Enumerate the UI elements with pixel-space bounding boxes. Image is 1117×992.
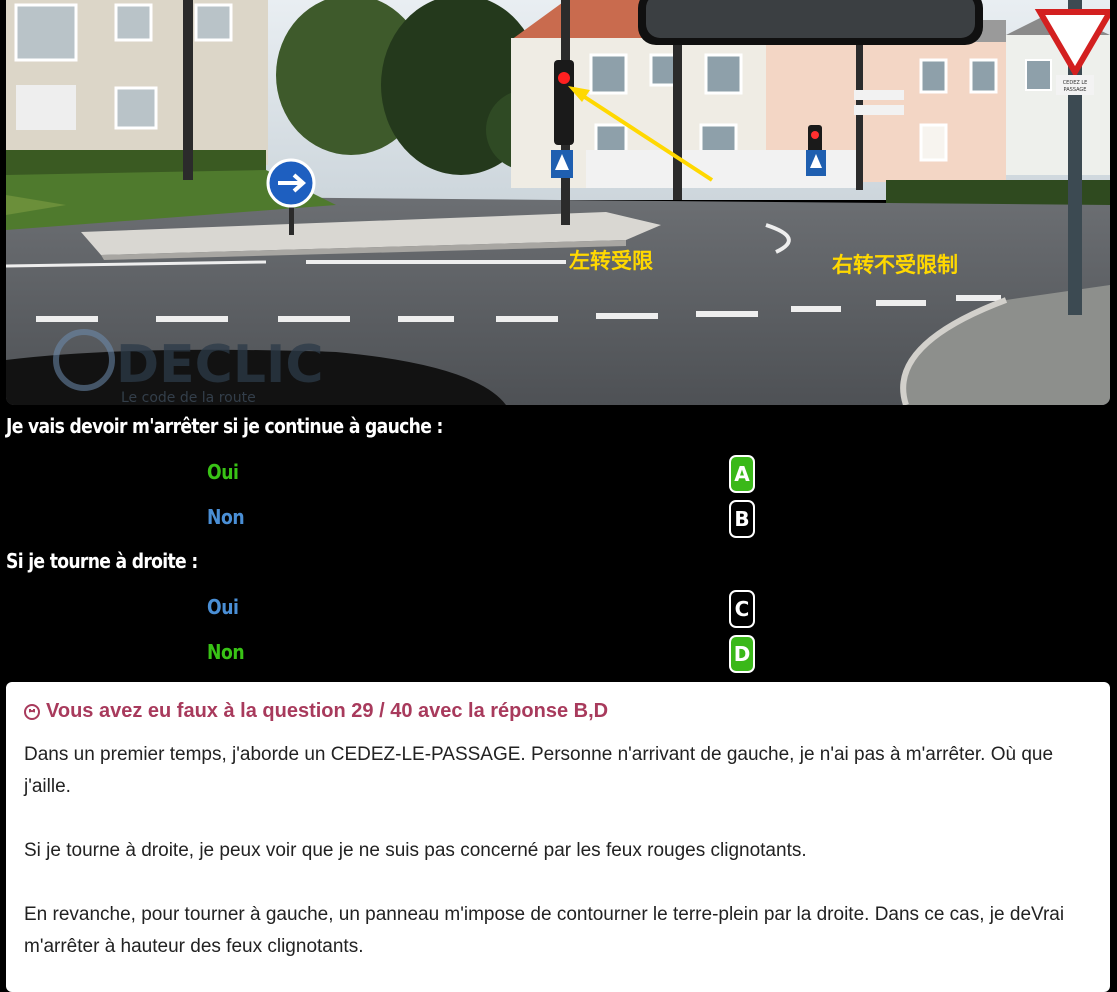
question-1-option-b-label: Non: [207, 505, 245, 529]
result-title-row: Vous avez eu faux à la question 29 / 40 …: [24, 700, 1092, 723]
answer-d-button[interactable]: D: [729, 635, 755, 673]
question-photo: CEDEZ LE PASSAGE 左转受限 右转不受限制 DECLIC Le c…: [6, 0, 1110, 405]
result-title: Vous avez eu faux à la question 29 / 40 …: [46, 700, 609, 722]
yield-sign-text-top: CEDEZ LE: [1063, 80, 1088, 86]
question-1-option-a-label: Oui: [207, 460, 239, 484]
answer-a-button[interactable]: A: [729, 455, 755, 493]
explanation-paragraph-2: Si je tourne à droite, je peux voir que …: [24, 840, 807, 861]
result-panel: Vous avez eu faux à la question 29 / 40 …: [6, 682, 1110, 992]
explanation-paragraph-1: Dans un premier temps, j'aborde un CEDEZ…: [24, 744, 1054, 797]
answer-c-button[interactable]: C: [729, 590, 755, 628]
question-1-prompt: Je vais devoir m'arrêter si je continue …: [6, 414, 443, 438]
explanation: Dans un premier temps, j'aborde un CEDEZ…: [24, 739, 1092, 963]
watermark-subtext: Le code de la route: [121, 390, 256, 405]
question-2-option-d-label: Non: [207, 640, 245, 664]
watermark-text: DECLIC: [116, 335, 324, 395]
answer-b-button[interactable]: B: [729, 500, 755, 538]
annotation-left-turn: 左转受限: [569, 249, 653, 273]
sad-face-icon: [24, 703, 40, 720]
yield-sign-text-bottom: PASSAGE: [1064, 87, 1087, 93]
question-2-prompt: Si je tourne à droite :: [6, 549, 198, 573]
intersection-scene: CEDEZ LE PASSAGE 左转受限 右转不受限制 DECLIC Le c…: [6, 0, 1110, 405]
question-2-option-c-label: Oui: [207, 595, 239, 619]
explanation-paragraph-3: En revanche, pour tourner à gauche, un p…: [24, 904, 1065, 957]
annotation-right-turn: 右转不受限制: [832, 253, 958, 277]
